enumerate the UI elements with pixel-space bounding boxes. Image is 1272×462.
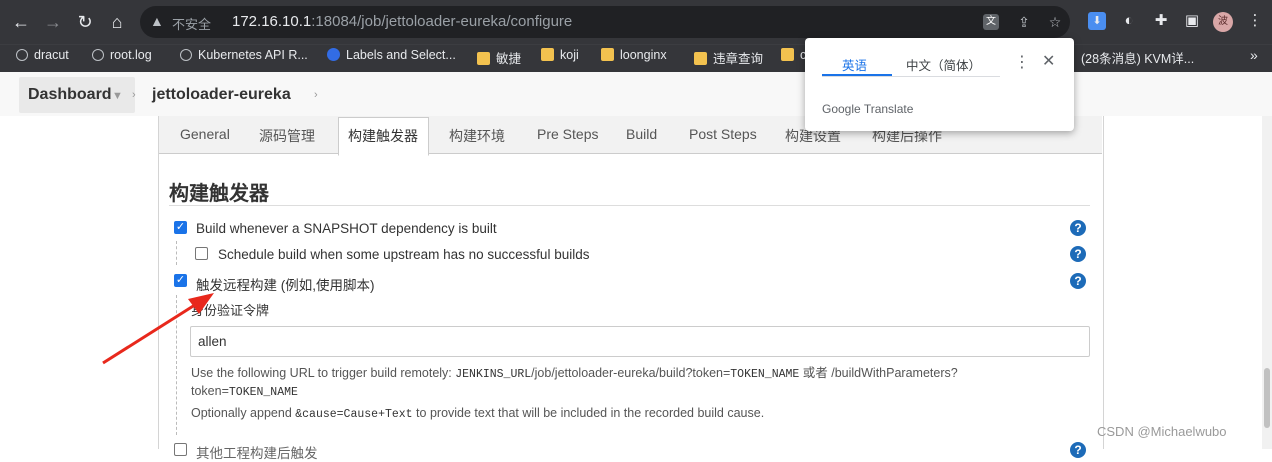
annotation-arrow-shaft [102, 301, 199, 365]
annotation-arrow-head [188, 293, 214, 314]
annotation-arrow [102, 293, 214, 365]
